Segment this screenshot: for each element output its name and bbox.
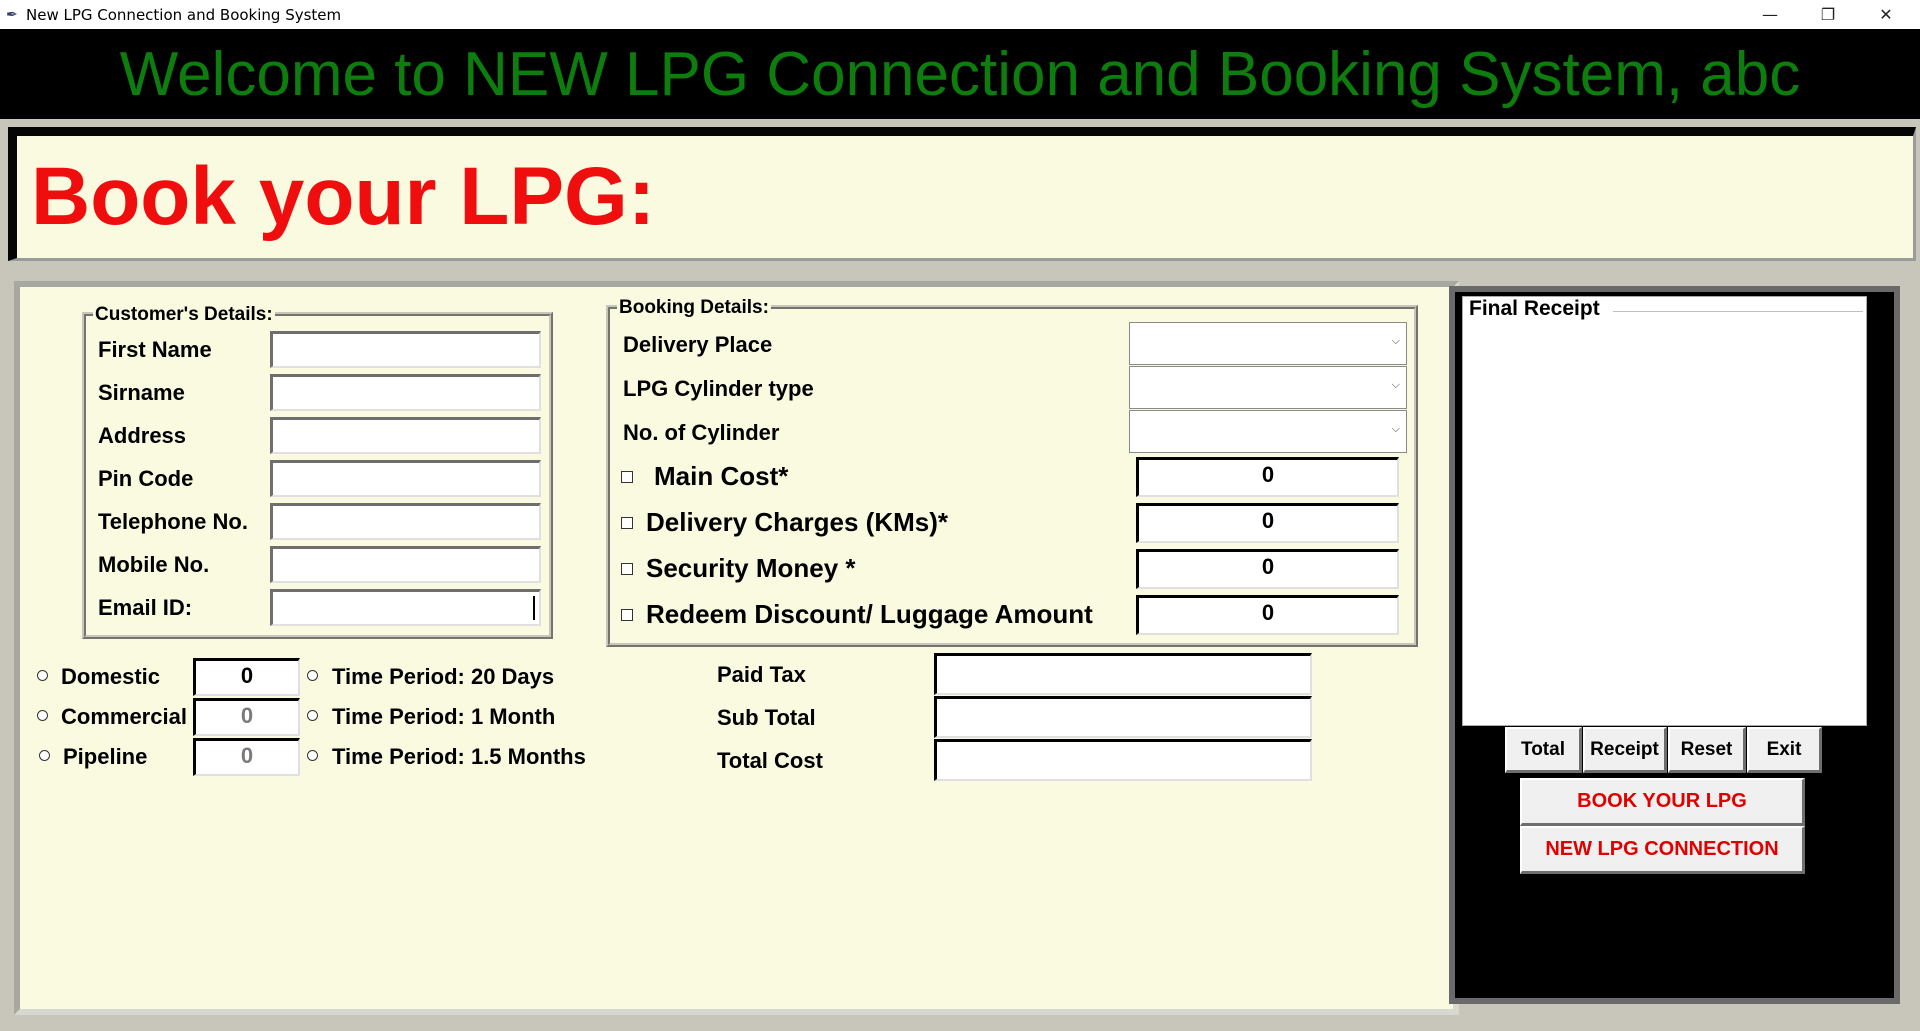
new-connection-button[interactable]: NEW LPG CONNECTION <box>1520 826 1805 874</box>
total-cost-label: Total Cost <box>717 748 823 773</box>
first-name-label: First Name <box>98 337 212 362</box>
chevron-down-icon: ⌵ <box>1391 335 1400 347</box>
redeem-discount-checkbox[interactable] <box>621 609 633 621</box>
window-titlebar: ✒ New LPG Connection and Booking System … <box>0 0 1920 29</box>
email-field[interactable] <box>270 589 541 626</box>
sub-total-field[interactable] <box>934 696 1312 738</box>
domestic-radio[interactable] <box>37 670 48 681</box>
sirname-field[interactable] <box>270 374 541 411</box>
email-label: Email ID: <box>98 595 193 620</box>
cylinder-count-select[interactable]: ⌵ <box>1129 410 1407 453</box>
telephone-label: Telephone No. <box>98 509 248 534</box>
booking-details-legend: Booking Details: <box>617 297 771 319</box>
paid-tax-field[interactable] <box>934 653 1312 695</box>
time-period-20-days-radio[interactable] <box>307 670 318 681</box>
time-period-1-month-label: Time Period: 1 Month <box>332 704 556 729</box>
close-button[interactable]: ✕ <box>1858 0 1914 29</box>
cylinder-type-select[interactable]: ⌵ <box>1129 366 1407 409</box>
header-panel: Book your LPG: <box>8 127 1916 261</box>
final-receipt-legend: Final Receipt <box>1469 297 1600 320</box>
domestic-field[interactable]: 0 <box>193 658 300 696</box>
delivery-charges-checkbox[interactable] <box>621 517 633 529</box>
paid-tax-label: Paid Tax <box>717 662 806 687</box>
total-button[interactable]: Total <box>1505 727 1582 773</box>
commercial-field[interactable]: 0 <box>193 698 300 736</box>
delivery-place-select[interactable]: ⌵ <box>1129 322 1407 365</box>
welcome-banner: Welcome to NEW LPG Connection and Bookin… <box>0 29 1920 119</box>
pipeline-field[interactable]: 0 <box>193 738 300 776</box>
sirname-label: Sirname <box>98 380 185 405</box>
pin-code-field[interactable] <box>270 460 541 497</box>
receipt-legend-line <box>1613 311 1863 312</box>
time-period-1-5-months-radio[interactable] <box>307 750 318 761</box>
pipeline-label: Pipeline <box>63 744 148 769</box>
welcome-text: Welcome to NEW LPG Connection and Bookin… <box>119 40 1801 109</box>
mobile-field[interactable] <box>270 546 541 583</box>
receipt-button[interactable]: Receipt <box>1583 727 1667 773</box>
cylinder-count-label: No. of Cylinder <box>623 420 780 445</box>
commercial-radio[interactable] <box>37 710 48 721</box>
minimize-button[interactable]: — <box>1742 0 1798 29</box>
time-period-20-days-label: Time Period: 20 Days <box>332 664 555 689</box>
text-cursor <box>533 596 535 620</box>
window-title: New LPG Connection and Booking System <box>26 6 342 24</box>
chevron-down-icon: ⌵ <box>1391 423 1400 435</box>
commercial-label: Commercial <box>61 704 187 729</box>
customer-details-legend: Customer's Details: <box>93 304 275 326</box>
time-period-1-5-months-label: Time Period: 1.5 Months <box>332 744 586 769</box>
main-cost-label: Main Cost* <box>654 461 789 491</box>
security-money-checkbox[interactable] <box>621 563 633 575</box>
total-cost-field[interactable] <box>934 739 1312 781</box>
book-lpg-button[interactable]: BOOK YOUR LPG <box>1520 778 1805 826</box>
delivery-charges-field[interactable]: 0 <box>1136 503 1399 543</box>
mobile-label: Mobile No. <box>98 552 210 577</box>
first-name-field[interactable] <box>270 331 541 368</box>
exit-button[interactable]: Exit <box>1747 727 1822 773</box>
chevron-down-icon: ⌵ <box>1391 379 1400 391</box>
security-money-field[interactable]: 0 <box>1136 549 1399 589</box>
telephone-field[interactable] <box>270 503 541 540</box>
time-period-1-month-radio[interactable] <box>307 710 318 721</box>
address-field[interactable] <box>270 417 541 454</box>
redeem-discount-field[interactable]: 0 <box>1136 595 1399 635</box>
main-cost-checkbox[interactable] <box>621 471 633 483</box>
final-receipt-textarea[interactable]: Final Receipt <box>1462 296 1867 726</box>
pin-code-label: Pin Code <box>98 466 194 491</box>
domestic-label: Domestic <box>61 664 161 689</box>
reset-button[interactable]: Reset <box>1668 727 1746 773</box>
delivery-place-label: Delivery Place <box>623 332 773 357</box>
feather-icon: ✒ <box>6 6 18 22</box>
address-label: Address <box>98 423 187 448</box>
restore-button[interactable]: ❐ <box>1800 0 1856 29</box>
pipeline-radio[interactable] <box>39 750 50 761</box>
sub-total-label: Sub Total <box>717 705 816 730</box>
redeem-discount-label: Redeem Discount/ Luggage Amount <box>646 599 1093 629</box>
main-cost-field[interactable]: 0 <box>1136 457 1399 497</box>
security-money-label: Security Money * <box>646 553 856 583</box>
delivery-charges-label: Delivery Charges (KMs)* <box>646 507 948 537</box>
cylinder-type-label: LPG Cylinder type <box>623 376 814 401</box>
page-title: Book your LPG: <box>31 151 656 242</box>
